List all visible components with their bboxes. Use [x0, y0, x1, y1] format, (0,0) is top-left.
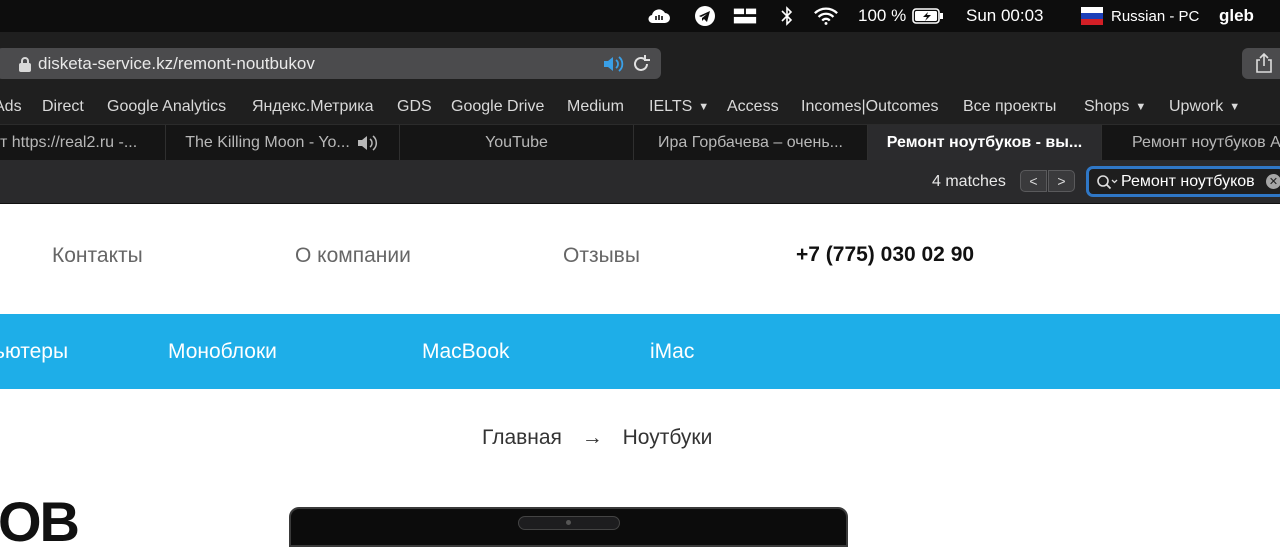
user-name[interactable]: gleb	[1219, 0, 1254, 32]
menu-bar: 100 % Sun 00:03 Russian - PC gleb	[0, 0, 1280, 32]
breadcrumb-arrow: →	[581, 426, 603, 449]
bookmark-google-analytics[interactable]: Google Analytics	[107, 90, 226, 124]
clear-icon[interactable]: ✕	[1266, 174, 1280, 189]
find-query: Ремонт ноутбуков	[1121, 172, 1255, 190]
russian-flag-icon[interactable]	[1080, 4, 1104, 28]
breadcrumb-current: Ноутбуки	[622, 426, 713, 449]
bookmark-all-projects[interactable]: Все проекты	[963, 90, 1056, 124]
phone-number[interactable]: +7 (775) 030 02 90	[796, 243, 974, 267]
chevron-down-icon: ▼	[1229, 101, 1241, 113]
chevron-left-icon: <	[1029, 173, 1038, 189]
find-previous-button[interactable]: <	[1020, 170, 1047, 192]
menu-grid-icon[interactable]	[732, 4, 758, 28]
find-bar: 4 matches < > Ремонт ноутбуков ✕	[0, 160, 1280, 204]
share-icon	[1256, 52, 1272, 73]
menu-clock[interactable]: Sun 00:03	[966, 0, 1044, 32]
category-imac[interactable]: iMac	[650, 314, 694, 389]
input-source-label[interactable]: Russian - PC	[1111, 0, 1199, 32]
share-button[interactable]	[1242, 48, 1280, 79]
page-heading-fragment: OB	[0, 490, 80, 553]
breadcrumb: Главная → Ноутбуки	[482, 426, 726, 450]
tab-bar: т https://real2.ru -... The Killing Moon…	[0, 124, 1280, 161]
search-icon[interactable]	[1096, 174, 1118, 190]
category-monoblocks[interactable]: Моноблоки	[168, 314, 277, 389]
bookmark-yandex-metrika[interactable]: Яндекс.Метрика	[252, 90, 374, 124]
nav-about[interactable]: О компании	[295, 244, 411, 268]
bookmark-gds[interactable]: GDS	[397, 90, 432, 124]
bluetooth-icon[interactable]	[774, 4, 800, 28]
speaker-icon[interactable]	[356, 134, 380, 152]
bookmark-ads[interactable]: Ads	[0, 90, 22, 124]
tab-remont-apple[interactable]: Ремонт ноутбуков A	[1102, 125, 1280, 161]
bookmark-incomes-outcomes[interactable]: Incomes|Outcomes	[801, 90, 939, 124]
bookmark-shops-label: Shops	[1084, 98, 1130, 115]
chevron-right-icon: >	[1057, 173, 1066, 189]
nav-reviews[interactable]: Отзывы	[563, 244, 640, 268]
bookmark-access[interactable]: Access	[727, 90, 779, 124]
tab-ira-gorbacheva[interactable]: Ира Горбачева – очень...	[634, 125, 868, 161]
laptop-image	[289, 507, 848, 547]
address-bar[interactable]: disketa-service.kz/remont-noutbukov	[0, 48, 661, 79]
wifi-icon[interactable]	[813, 4, 839, 28]
telegram-icon[interactable]	[692, 4, 718, 28]
bookmark-google-drive[interactable]: Google Drive	[451, 90, 544, 124]
battery-percentage[interactable]: 100 %	[858, 0, 906, 32]
audio-playing-icon[interactable]	[602, 54, 626, 74]
bookmark-medium[interactable]: Medium	[567, 90, 624, 124]
bookmark-ielts-label: IELTS	[649, 98, 693, 115]
breadcrumb-home[interactable]: Главная	[482, 426, 562, 449]
tab-title: The Killing Moon - Yo...	[185, 134, 350, 151]
bookmarks-bar: Ads Direct Google Analytics Яндекс.Метри…	[0, 90, 1280, 124]
tab-killing-moon[interactable]: The Killing Moon - Yo...	[166, 125, 400, 161]
bookmark-direct[interactable]: Direct	[42, 90, 84, 124]
find-match-count: 4 matches	[932, 172, 1006, 190]
nav-contacts[interactable]: Контакты	[52, 244, 143, 268]
chevron-down-icon: ▼	[1135, 101, 1147, 113]
camera-icon	[518, 516, 620, 530]
category-menu: ьютеры Моноблоки MacBook iMac	[0, 314, 1280, 389]
lock-icon	[19, 57, 31, 72]
url-text[interactable]: disketa-service.kz/remont-noutbukov	[38, 48, 315, 79]
bookmark-folder-shops[interactable]: Shops ▼	[1084, 90, 1146, 124]
bookmark-folder-ielts[interactable]: IELTS ▼	[649, 90, 709, 124]
browser-toolbar: disketa-service.kz/remont-noutbukov	[0, 32, 1280, 90]
category-macbook[interactable]: MacBook	[422, 314, 510, 389]
tab-real2[interactable]: т https://real2.ru -...	[0, 125, 166, 161]
chevron-down-icon: ▼	[698, 101, 710, 113]
tab-remont-active[interactable]: Ремонт ноутбуков - вы...	[868, 125, 1102, 161]
bookmark-folder-upwork[interactable]: Upwork ▼	[1169, 90, 1240, 124]
find-next-button[interactable]: >	[1048, 170, 1075, 192]
battery-icon[interactable]	[912, 4, 944, 28]
cloud-icon[interactable]	[646, 4, 672, 28]
find-input[interactable]: Ремонт ноутбуков ✕	[1086, 166, 1280, 197]
reload-icon[interactable]	[630, 53, 652, 75]
bookmark-upwork-label: Upwork	[1169, 98, 1224, 115]
tab-youtube[interactable]: YouTube	[400, 125, 634, 161]
category-computers[interactable]: ьютеры	[0, 314, 68, 389]
